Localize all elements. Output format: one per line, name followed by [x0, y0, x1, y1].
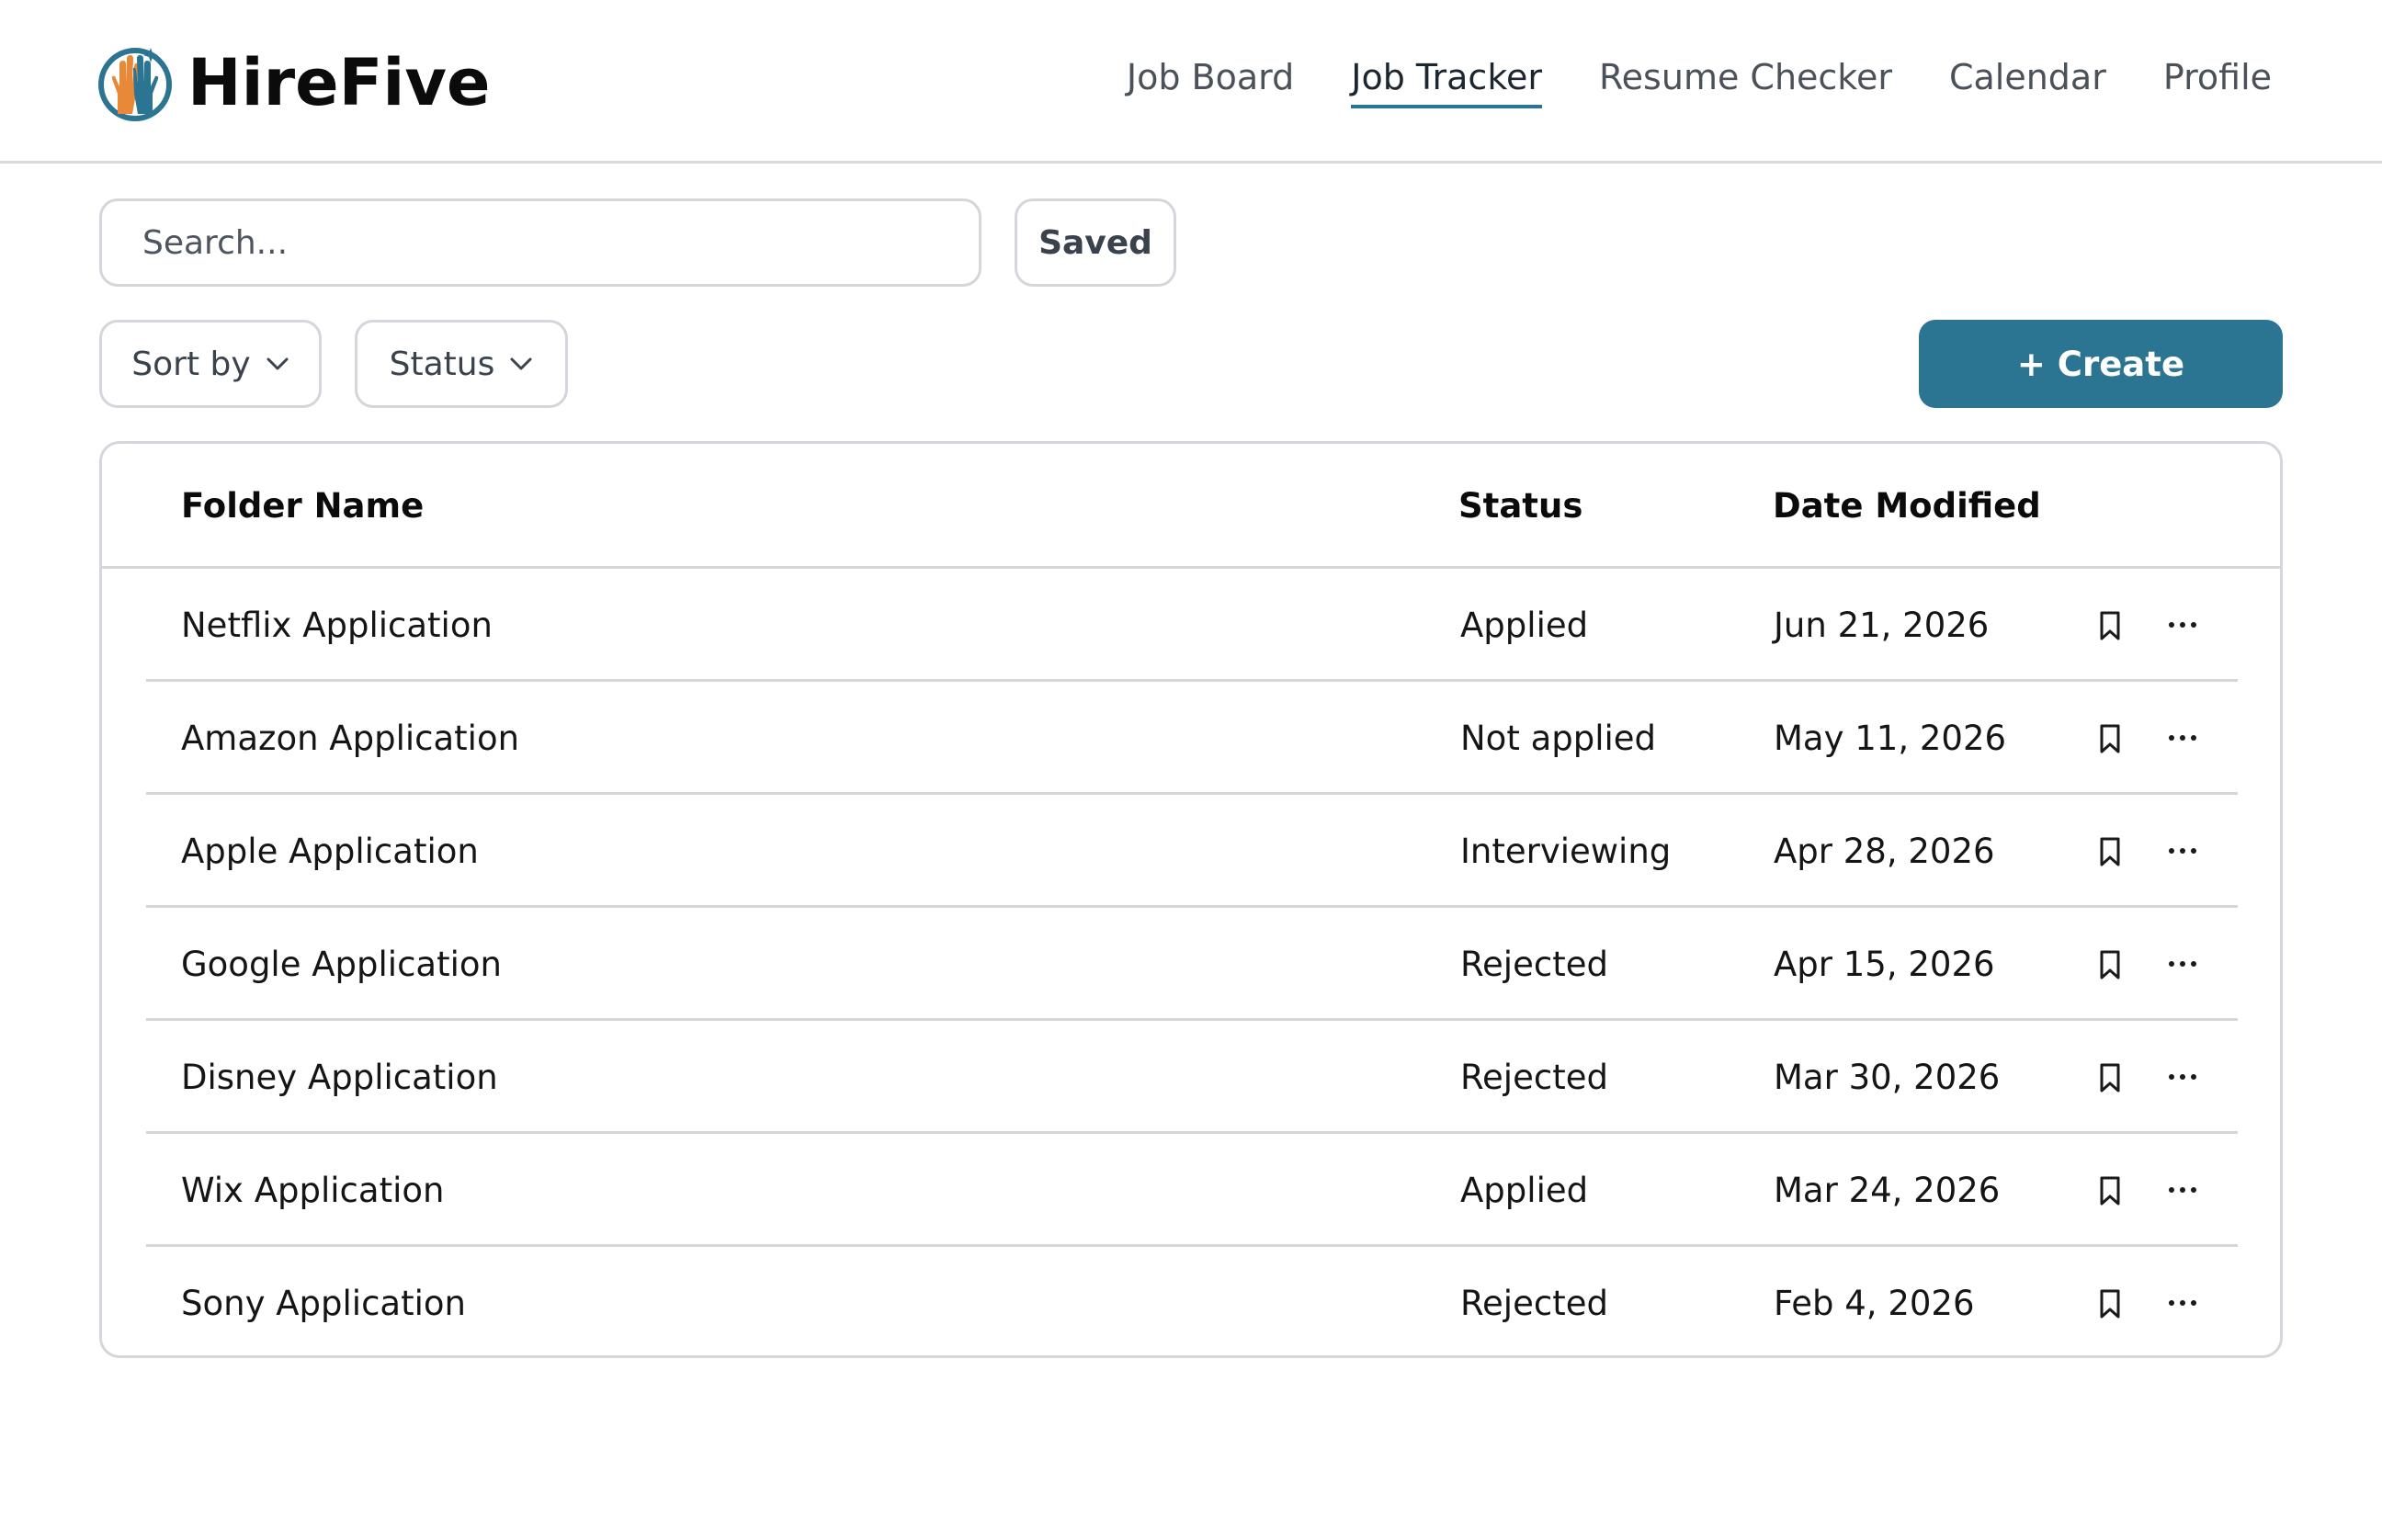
folder-date: Mar 24, 2026	[1774, 1171, 2001, 1210]
create-button[interactable]: + Create	[1919, 320, 2283, 408]
folder-name[interactable]: Disney Application	[181, 1058, 498, 1097]
raised-hands-logo-icon	[98, 48, 172, 121]
column-header-status[interactable]: Status	[1458, 486, 1582, 526]
brand-name: HireFive	[187, 45, 491, 120]
folder-name[interactable]: Google Application	[181, 945, 502, 984]
table-header: Folder Name Status Date Modified	[102, 444, 2280, 569]
brand[interactable]: HireFive	[97, 40, 491, 125]
folder-name[interactable]: Netflix Application	[181, 606, 493, 645]
table-row[interactable]: Wix Application Applied Mar 24, 2026	[146, 1134, 2238, 1247]
chevron-down-icon	[267, 357, 289, 370]
nav-calendar[interactable]: Calendar	[1949, 57, 2106, 108]
table-row[interactable]: Apple Application Interviewing Apr 28, 2…	[146, 795, 2238, 908]
folder-name[interactable]: Sony Application	[181, 1284, 466, 1323]
sort-by-label: Sort by	[131, 345, 251, 383]
more-options-icon[interactable]	[2164, 948, 2201, 979]
table-row[interactable]: Disney Application Rejected Mar 30, 2026	[146, 1021, 2238, 1134]
more-options-icon[interactable]	[2164, 609, 2201, 640]
bookmark-icon[interactable]	[2094, 1059, 2126, 1096]
bookmark-icon[interactable]	[2094, 946, 2126, 983]
folder-status: Rejected	[1460, 1284, 1608, 1323]
column-header-folder-name[interactable]: Folder Name	[181, 486, 424, 526]
create-button-label: + Create	[2016, 344, 2185, 384]
folder-date: May 11, 2026	[1774, 719, 2007, 758]
bookmark-icon[interactable]	[2094, 1285, 2126, 1322]
folder-name[interactable]: Wix Application	[181, 1171, 444, 1210]
bookmark-icon[interactable]	[2094, 607, 2126, 644]
bookmark-icon[interactable]	[2094, 833, 2126, 870]
folder-date: Apr 15, 2026	[1774, 945, 1995, 984]
folders-table: Folder Name Status Date Modified Netflix…	[99, 441, 2283, 1358]
table-row[interactable]: Google Application Rejected Apr 15, 2026	[146, 908, 2238, 1021]
folder-date: Jun 21, 2026	[1774, 606, 1990, 645]
table-row[interactable]: Amazon Application Not applied May 11, 2…	[146, 682, 2238, 795]
folder-status: Interviewing	[1460, 832, 1672, 871]
more-options-icon[interactable]	[2164, 1287, 2201, 1319]
nav-profile[interactable]: Profile	[2163, 57, 2272, 108]
folder-status: Applied	[1460, 606, 1589, 645]
folder-status: Applied	[1460, 1171, 1589, 1210]
chevron-down-icon	[510, 357, 532, 370]
folder-name[interactable]: Apple Application	[181, 832, 479, 871]
main-nav: Job Board Job Tracker Resume Checker Cal…	[1070, 57, 2272, 108]
bookmark-icon[interactable]	[2094, 1172, 2126, 1209]
more-options-icon[interactable]	[2164, 722, 2201, 753]
folder-status: Not applied	[1460, 719, 1657, 758]
saved-button-label: Saved	[1038, 223, 1152, 262]
more-options-icon[interactable]	[2164, 835, 2201, 866]
folder-status: Rejected	[1460, 945, 1608, 984]
nav-job-tracker[interactable]: Job Tracker	[1351, 57, 1542, 108]
sort-by-dropdown[interactable]: Sort by	[99, 320, 322, 408]
nav-job-board[interactable]: Job Board	[1127, 57, 1294, 108]
folder-date: Apr 28, 2026	[1774, 832, 1995, 871]
table-row[interactable]: Sony Application Rejected Feb 4, 2026	[146, 1247, 2238, 1355]
folder-date: Mar 30, 2026	[1774, 1058, 2001, 1097]
folder-status: Rejected	[1460, 1058, 1608, 1097]
app-header: HireFive Job Board Job Tracker Resume Ch…	[0, 0, 2382, 164]
nav-resume-checker[interactable]: Resume Checker	[1599, 57, 1892, 108]
column-header-date-modified[interactable]: Date Modified	[1773, 486, 2041, 526]
search-input[interactable]	[99, 198, 981, 287]
saved-button[interactable]: Saved	[1015, 198, 1176, 287]
bookmark-icon[interactable]	[2094, 720, 2126, 757]
status-filter-label: Status	[389, 345, 495, 383]
folder-name[interactable]: Amazon Application	[181, 719, 519, 758]
more-options-icon[interactable]	[2164, 1061, 2201, 1093]
more-options-icon[interactable]	[2164, 1174, 2201, 1206]
status-filter-dropdown[interactable]: Status	[355, 320, 568, 408]
folder-date: Feb 4, 2026	[1774, 1284, 1975, 1323]
table-row[interactable]: Netflix Application Applied Jun 21, 2026	[146, 569, 2238, 682]
